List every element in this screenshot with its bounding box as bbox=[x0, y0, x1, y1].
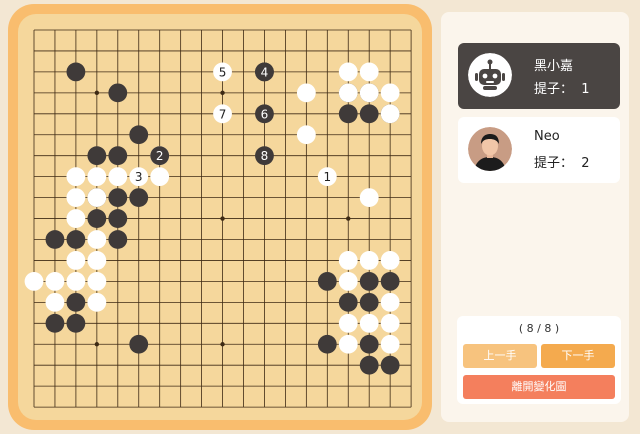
white-stone bbox=[66, 188, 86, 208]
white-stone bbox=[380, 251, 400, 270]
black-stone bbox=[359, 355, 379, 375]
captures-count: 提子： 2 bbox=[534, 152, 590, 171]
black-stone bbox=[45, 230, 65, 249]
exit-variation-button[interactable]: 離開變化圖 bbox=[463, 375, 615, 399]
black-stone bbox=[108, 146, 128, 166]
white-stone bbox=[338, 83, 358, 103]
player-card-black: 黑小嘉 提子： 1 bbox=[458, 43, 620, 109]
white-stone bbox=[359, 313, 379, 333]
white-stone bbox=[359, 188, 379, 208]
move-number-label: 8 bbox=[261, 149, 269, 163]
white-stone bbox=[380, 104, 400, 124]
black-stone bbox=[129, 188, 149, 208]
move-number-label: 6 bbox=[261, 107, 269, 121]
black-stone bbox=[87, 209, 107, 228]
white-stone bbox=[296, 125, 316, 145]
move-number-label: 3 bbox=[135, 170, 143, 184]
board-surface: 12345678 bbox=[18, 14, 422, 420]
move-number-label: 2 bbox=[156, 149, 164, 163]
black-stone bbox=[66, 62, 86, 82]
move-number-label: 7 bbox=[219, 107, 227, 121]
white-stone bbox=[87, 230, 107, 249]
black-stone bbox=[380, 272, 400, 291]
black-stone bbox=[359, 292, 379, 312]
move-number-label: 4 bbox=[261, 65, 269, 79]
white-stone bbox=[66, 167, 86, 187]
star-point bbox=[346, 216, 351, 221]
white-stone bbox=[338, 272, 358, 291]
black-stone bbox=[66, 230, 86, 249]
white-stone bbox=[380, 313, 400, 333]
move-number-label: 1 bbox=[323, 170, 331, 184]
white-stone bbox=[87, 167, 107, 187]
star-point bbox=[220, 90, 225, 96]
board-frame: 12345678 bbox=[8, 4, 432, 430]
white-stone bbox=[359, 83, 379, 103]
player-name: Neo bbox=[534, 129, 560, 144]
black-stone bbox=[359, 272, 379, 291]
robot-avatar-icon bbox=[468, 53, 512, 97]
black-stone bbox=[45, 313, 65, 333]
white-stone bbox=[380, 292, 400, 312]
star-point bbox=[220, 216, 225, 221]
move-number-label: 5 bbox=[219, 65, 227, 79]
player-card-white: Neo 提子： 2 bbox=[458, 117, 620, 183]
black-stone bbox=[380, 355, 400, 375]
user-avatar bbox=[468, 127, 512, 171]
white-stone bbox=[87, 292, 107, 312]
black-stone bbox=[108, 209, 128, 228]
black-stone bbox=[108, 230, 128, 249]
white-stone bbox=[45, 272, 65, 291]
white-stone bbox=[338, 313, 358, 333]
white-stone bbox=[66, 251, 86, 270]
captures-label: 提子： bbox=[534, 156, 574, 171]
white-stone bbox=[380, 334, 400, 354]
captures-value: 1 bbox=[581, 82, 590, 97]
white-stone bbox=[108, 167, 128, 187]
captures-count: 提子： 1 bbox=[534, 78, 590, 97]
star-point bbox=[220, 342, 225, 347]
black-stone bbox=[66, 313, 86, 333]
white-stone bbox=[150, 167, 170, 187]
white-stone bbox=[359, 251, 379, 270]
white-stone bbox=[380, 83, 400, 103]
black-stone bbox=[317, 272, 337, 291]
go-board[interactable]: 12345678 bbox=[18, 14, 422, 420]
white-stone bbox=[66, 272, 86, 291]
black-stone bbox=[359, 334, 379, 354]
black-stone bbox=[66, 292, 86, 312]
white-stone bbox=[87, 188, 107, 208]
black-stone bbox=[359, 104, 379, 124]
white-stone bbox=[338, 62, 358, 82]
black-stone bbox=[338, 104, 358, 124]
variation-controls: ( 8 / 8 ) 上一手 下一手 離開變化圖 bbox=[457, 316, 621, 404]
white-stone bbox=[45, 292, 65, 312]
previous-move-button[interactable]: 上一手 bbox=[463, 344, 537, 368]
black-stone bbox=[87, 146, 107, 166]
star-point bbox=[94, 342, 100, 347]
black-stone bbox=[108, 83, 128, 103]
white-stone bbox=[338, 334, 358, 354]
black-stone bbox=[129, 334, 149, 354]
white-stone bbox=[338, 251, 358, 270]
black-stone bbox=[317, 334, 337, 354]
white-stone bbox=[87, 272, 107, 291]
move-progress: ( 8 / 8 ) bbox=[518, 322, 560, 335]
white-stone bbox=[87, 251, 107, 270]
white-stone bbox=[296, 83, 316, 103]
captures-label: 提子： bbox=[534, 82, 574, 97]
black-stone bbox=[108, 188, 128, 208]
black-stone bbox=[129, 125, 149, 145]
next-move-button[interactable]: 下一手 bbox=[541, 344, 615, 368]
white-stone bbox=[66, 209, 86, 228]
star-point bbox=[94, 90, 100, 96]
white-stone bbox=[24, 272, 44, 291]
black-stone bbox=[338, 292, 358, 312]
player-name: 黑小嘉 bbox=[534, 59, 574, 74]
captures-value: 2 bbox=[581, 156, 590, 171]
white-stone bbox=[359, 62, 379, 82]
